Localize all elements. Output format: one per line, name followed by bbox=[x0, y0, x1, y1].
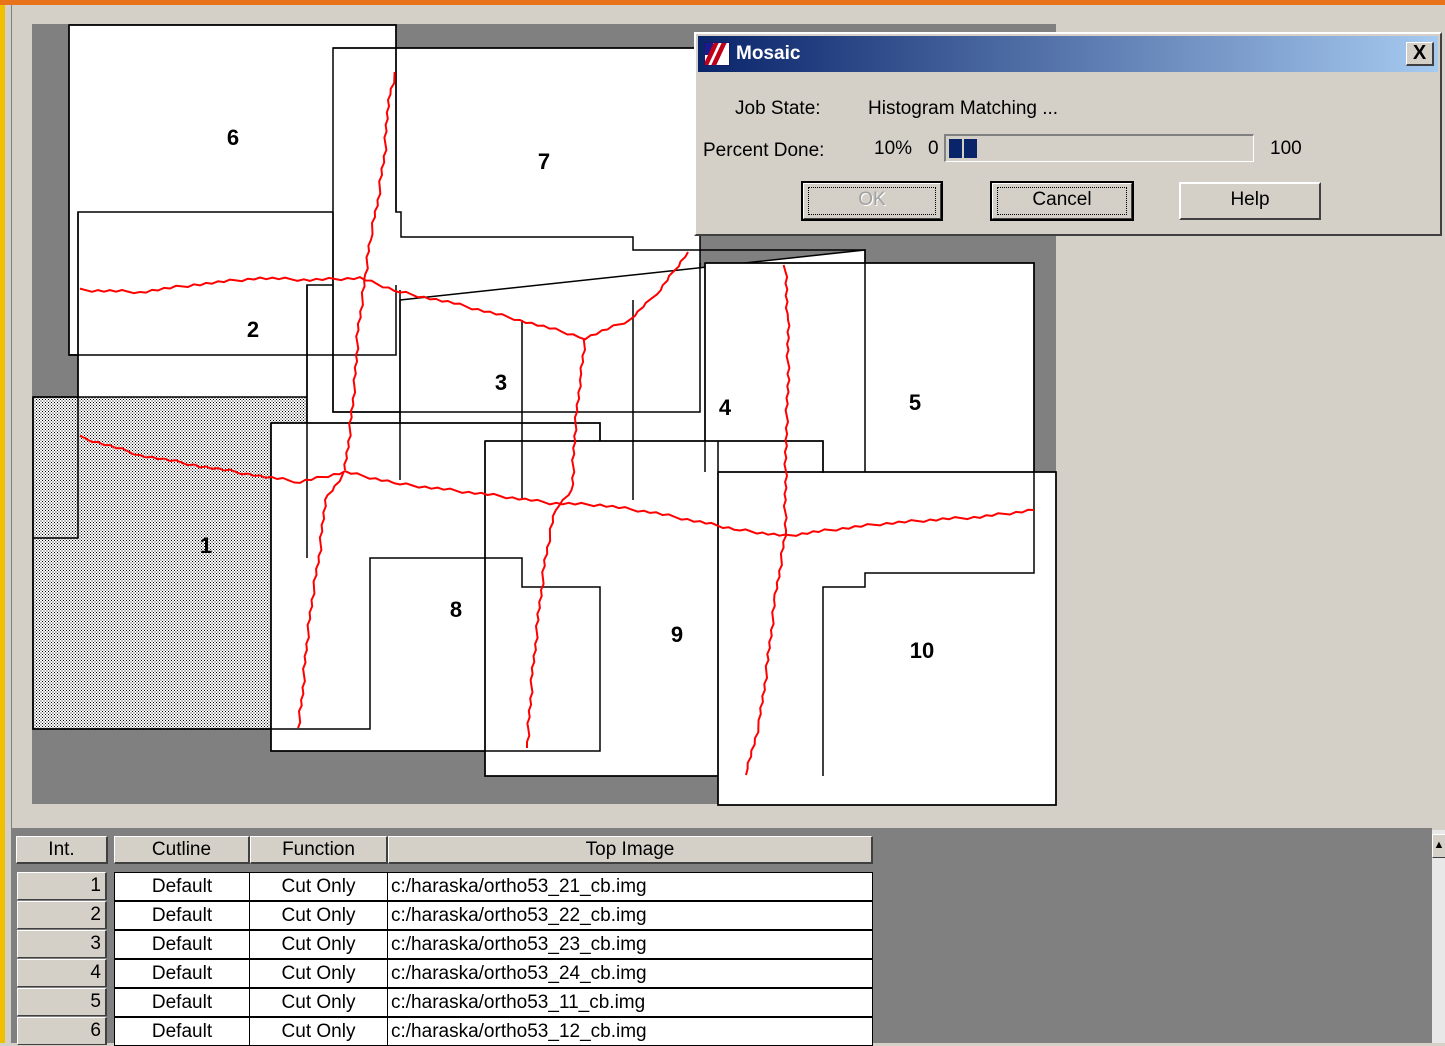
image-label-1: 1 bbox=[200, 533, 212, 558]
image-label-4: 4 bbox=[719, 395, 732, 420]
percent-value: 10% bbox=[874, 138, 913, 159]
top-image-cell[interactable]: c:/haraska/ortho53_24_cb.img bbox=[387, 959, 873, 988]
row-number[interactable]: 2 bbox=[17, 901, 107, 929]
function-cell[interactable]: Cut Only bbox=[249, 1017, 388, 1046]
progress-block bbox=[949, 139, 962, 158]
ok-button[interactable]: OK bbox=[801, 181, 943, 221]
progress-bar bbox=[944, 134, 1254, 162]
row-number[interactable]: 6 bbox=[17, 1017, 107, 1045]
dialog-title: Mosaic bbox=[736, 43, 801, 64]
close-icon[interactable]: X bbox=[1406, 42, 1434, 66]
function-cell[interactable]: Cut Only bbox=[249, 930, 388, 959]
row-number[interactable]: 3 bbox=[17, 930, 107, 958]
image-label-8: 8 bbox=[450, 597, 462, 622]
top-image-cell[interactable]: c:/haraska/ortho53_21_cb.img bbox=[387, 872, 873, 901]
cutline-cell[interactable]: Default bbox=[114, 901, 250, 930]
progress-bar-fill bbox=[949, 139, 979, 158]
progress-block bbox=[964, 139, 977, 158]
image-label-6: 6 bbox=[227, 125, 239, 150]
cutline-cell[interactable]: Default bbox=[114, 959, 250, 988]
row-number[interactable]: 4 bbox=[17, 959, 107, 987]
dialog-title-bar[interactable]: Mosaic X bbox=[698, 36, 1438, 72]
top-image-cell[interactable]: c:/haraska/ortho53_12_cb.img bbox=[387, 1017, 873, 1046]
mosaic-dialog[interactable]: Mosaic X Job State: Histogram Matching .… bbox=[694, 32, 1442, 236]
image-label-10: 10 bbox=[910, 638, 934, 663]
function-cell[interactable]: Cut Only bbox=[249, 959, 388, 988]
row-number[interactable]: 1 bbox=[17, 872, 107, 900]
help-button-label: Help bbox=[1230, 189, 1270, 210]
top-image-cell[interactable]: c:/haraska/ortho53_23_cb.img bbox=[387, 930, 873, 959]
window-left-edge bbox=[5, 5, 12, 1043]
table-scrollbar[interactable]: ▲ bbox=[1432, 830, 1445, 1043]
cutline-cell[interactable]: Default bbox=[114, 930, 250, 959]
column-header-int[interactable]: Int. bbox=[16, 836, 108, 864]
image-label-5: 5 bbox=[909, 390, 921, 415]
image-label-9: 9 bbox=[671, 622, 683, 647]
column-header-cutline[interactable]: Cutline bbox=[114, 836, 250, 864]
function-cell[interactable]: Cut Only bbox=[249, 872, 388, 901]
image-tile-10[interactable] bbox=[717, 471, 1057, 806]
column-header-function[interactable]: Function bbox=[250, 836, 388, 864]
progress-max-label: 100 bbox=[1270, 138, 1302, 159]
scroll-up-icon[interactable]: ▲ bbox=[1432, 834, 1445, 858]
image-label-7: 7 bbox=[538, 149, 550, 174]
function-cell[interactable]: Cut Only bbox=[249, 988, 388, 1017]
help-button[interactable]: Help bbox=[1179, 182, 1321, 220]
job-state-label: Job State: bbox=[735, 98, 821, 119]
cutline-cell[interactable]: Default bbox=[114, 988, 250, 1017]
top-image-cell[interactable]: c:/haraska/ortho53_11_cb.img bbox=[387, 988, 873, 1017]
mosaic-app-icon bbox=[704, 42, 730, 66]
progress-min-label: 0 bbox=[928, 138, 939, 159]
row-number[interactable]: 5 bbox=[17, 988, 107, 1016]
percent-done-label: Percent Done: bbox=[703, 140, 825, 161]
cutline-cell[interactable]: Default bbox=[114, 872, 250, 901]
column-header-top-image[interactable]: Top Image bbox=[388, 836, 873, 864]
function-cell[interactable]: Cut Only bbox=[249, 901, 388, 930]
top-image-cell[interactable]: c:/haraska/ortho53_22_cb.img bbox=[387, 901, 873, 930]
image-label-3: 3 bbox=[495, 370, 507, 395]
cutline-cell[interactable]: Default bbox=[114, 1017, 250, 1046]
image-label-2: 2 bbox=[247, 317, 259, 342]
cancel-button[interactable]: Cancel bbox=[990, 181, 1134, 221]
job-state-value: Histogram Matching ... bbox=[868, 98, 1059, 119]
